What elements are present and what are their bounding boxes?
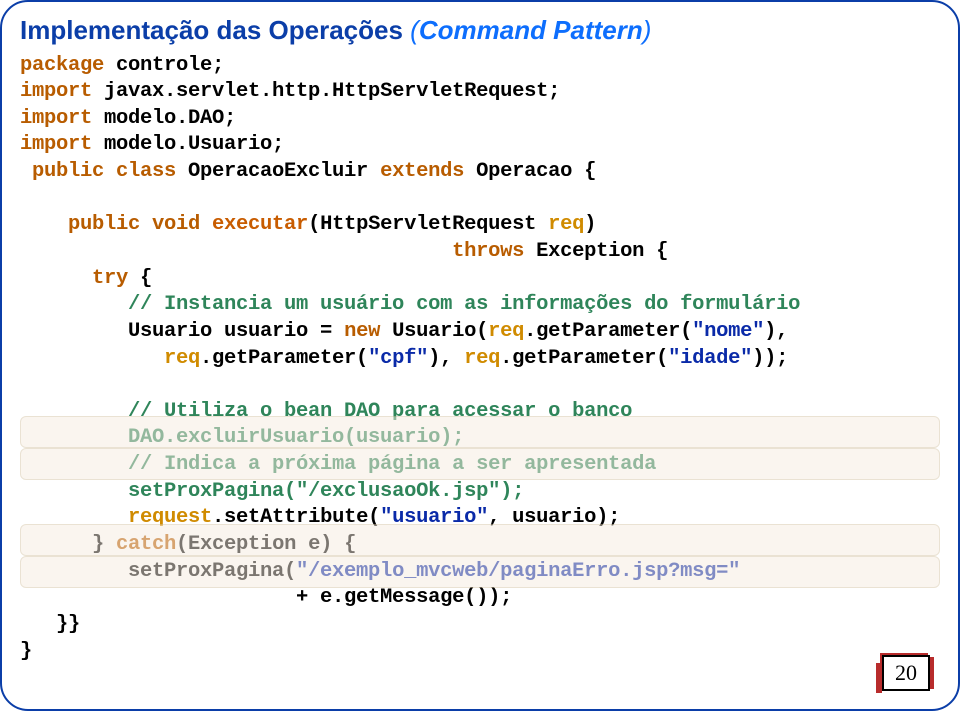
t: }} bbox=[20, 613, 80, 636]
t: .getParameter( bbox=[500, 347, 668, 370]
str: "nome" bbox=[692, 320, 764, 343]
str: "usuario" bbox=[380, 506, 488, 529]
t: req bbox=[488, 320, 524, 343]
t: (HttpServletRequest bbox=[308, 213, 548, 236]
t: controle; bbox=[104, 54, 224, 77]
fn-name: executar bbox=[212, 213, 308, 236]
t: modelo.Usuario; bbox=[92, 133, 284, 156]
t: (Exception e) { bbox=[176, 533, 356, 556]
t: req bbox=[20, 347, 200, 370]
kw-import: import bbox=[20, 107, 92, 130]
t: OperacaoExcluir bbox=[176, 160, 380, 183]
t: ), bbox=[764, 320, 788, 343]
t: ); bbox=[500, 480, 524, 503]
t: ) bbox=[584, 213, 596, 236]
t: req bbox=[464, 347, 500, 370]
str: "idade" bbox=[668, 347, 752, 370]
t: javax.servlet.http.HttpServletRequest; bbox=[92, 80, 560, 103]
kw-void: public void bbox=[20, 213, 212, 236]
kw-catch: catch bbox=[116, 533, 176, 556]
t: } bbox=[20, 533, 116, 556]
t: setProxPagina( bbox=[20, 480, 296, 503]
kw-try: try bbox=[20, 267, 128, 290]
kw-throws: throws bbox=[452, 240, 524, 263]
str: "cpf" bbox=[368, 347, 428, 370]
t: setProxPagina( bbox=[20, 560, 296, 583]
t: modelo.DAO; bbox=[92, 107, 236, 130]
str: "/exemplo_mvcweb/paginaErro.jsp?msg=" bbox=[296, 560, 740, 583]
t: request bbox=[20, 506, 212, 529]
param: req bbox=[548, 213, 584, 236]
kw-new: new bbox=[344, 320, 380, 343]
t: .setAttribute( bbox=[212, 506, 380, 529]
title-pattern: Command Pattern bbox=[419, 15, 643, 45]
kw-import: import bbox=[20, 80, 92, 103]
page-number-badge: 20 bbox=[882, 655, 930, 691]
code-line: DAO.excluirUsuario(usuario); bbox=[20, 426, 464, 449]
kw-extends: extends bbox=[380, 160, 464, 183]
t: Exception { bbox=[524, 240, 668, 263]
t: .getParameter( bbox=[200, 347, 368, 370]
t: Usuario usuario = bbox=[20, 320, 344, 343]
slide-title: Implementação das Operações (Command Pat… bbox=[20, 14, 940, 47]
title-paren-open: ( bbox=[403, 15, 419, 45]
comment: // Instancia um usuário com as informaçõ… bbox=[20, 293, 800, 316]
t: { bbox=[128, 267, 152, 290]
kw-class: public class bbox=[20, 160, 176, 183]
kw-package: package bbox=[20, 54, 104, 77]
t: .getParameter( bbox=[524, 320, 692, 343]
t: )); bbox=[752, 347, 788, 370]
t: , usuario); bbox=[488, 506, 620, 529]
comment: // Utiliza o bean DAO para acessar o ban… bbox=[20, 400, 632, 423]
t: + e.getMessage()); bbox=[20, 586, 512, 609]
t: Usuario( bbox=[380, 320, 488, 343]
slide-frame: Implementação das Operações (Command Pat… bbox=[0, 0, 960, 711]
t: Operacao { bbox=[464, 160, 596, 183]
page-number: 20 bbox=[895, 659, 917, 687]
title-main: Implementação das Operações bbox=[20, 15, 403, 45]
kw-import: import bbox=[20, 133, 92, 156]
title-paren-close: ) bbox=[643, 15, 652, 45]
t: } bbox=[20, 640, 32, 663]
str: "/exclusaoOk.jsp" bbox=[296, 480, 500, 503]
code-block: package controle; import javax.servlet.h… bbox=[20, 53, 940, 666]
t: ), bbox=[428, 347, 464, 370]
comment: // Indica a próxima página a ser apresen… bbox=[20, 453, 656, 476]
